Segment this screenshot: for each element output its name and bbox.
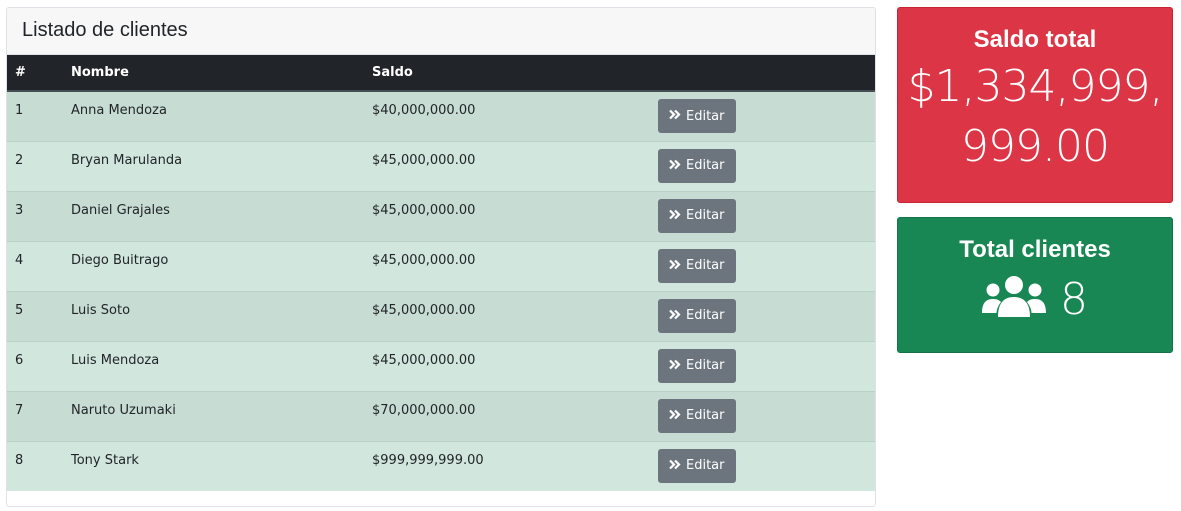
angle-double-right-icon	[669, 309, 681, 323]
row-actions: Editar	[650, 140, 875, 191]
row-saldo: $45,000,000.00	[364, 190, 650, 241]
edit-button-label: Editar	[686, 408, 725, 423]
row-actions: Editar	[650, 190, 875, 241]
angle-double-right-icon	[669, 459, 681, 473]
row-saldo: $45,000,000.00	[364, 290, 650, 341]
row-client-name: Bryan Marulanda	[63, 140, 364, 191]
row-client-name: Luis Mendoza	[63, 340, 364, 391]
angle-double-right-icon	[669, 259, 681, 273]
row-actions: Editar	[650, 290, 875, 341]
saldo-total-value-line1: $1,334,999,	[907, 61, 1164, 112]
edit-button-label: Editar	[686, 258, 725, 273]
clients-list-card: Listado de clientes # Nombre Saldo 1 Anna…	[6, 7, 876, 507]
row-client-name: Tony Stark	[63, 440, 364, 491]
edit-button[interactable]: Editar	[658, 99, 736, 133]
row-client-name: Naruto Uzumaki	[63, 390, 364, 441]
edit-button-label: Editar	[686, 108, 725, 124]
row-saldo: $40,000,000.00	[364, 90, 650, 141]
table-row: 3 Daniel Grajales $45,000,000.00 Editar	[7, 190, 875, 241]
edit-button[interactable]: Editar	[658, 398, 736, 433]
saldo-total-value: $1,334,999, 999.00	[898, 57, 1172, 177]
table-row: 8 Tony Stark $999,999,999.00 Editar	[7, 440, 875, 491]
row-client-name: Luis Soto	[63, 290, 364, 341]
row-actions: Editar	[650, 440, 875, 491]
row-saldo: $45,000,000.00	[364, 140, 650, 191]
column-header-nombre: Nombre	[63, 55, 364, 92]
edit-button[interactable]: Editar	[658, 248, 736, 283]
clients-list-title: Listado de clientes	[22, 19, 188, 41]
row-number: 3	[7, 190, 63, 241]
edit-button[interactable]: Editar	[658, 148, 736, 183]
column-header-number: #	[7, 55, 63, 92]
total-clientes-card: Total clientes 8	[897, 217, 1173, 353]
edit-button[interactable]: Editar	[658, 198, 736, 233]
edit-button-label: Editar	[686, 208, 725, 223]
edit-button-label: Editar	[686, 308, 725, 323]
row-client-name: Diego Buitrago	[63, 240, 364, 291]
edit-button[interactable]: Editar	[658, 348, 736, 383]
angle-double-right-icon	[669, 209, 681, 223]
row-saldo: $45,000,000.00	[364, 240, 650, 291]
row-actions: Editar	[650, 340, 875, 391]
row-number: 7	[7, 390, 63, 441]
row-actions: Editar	[650, 390, 875, 441]
row-number: 2	[7, 140, 63, 191]
total-clientes-title: Total clientes	[959, 236, 1111, 263]
clients-list-header: Listado de clientes	[7, 8, 875, 55]
table-row: 6 Luis Mendoza $45,000,000.00 Editar	[7, 340, 875, 391]
saldo-total-title: Saldo total	[973, 26, 1097, 53]
column-header-actions	[650, 55, 875, 92]
table-row: 5 Luis Soto $45,000,000.00 Editar	[7, 290, 875, 341]
table-row: 4 Diego Buitrago $45,000,000.00 Editar	[7, 240, 875, 291]
row-client-name: Anna Mendoza	[63, 90, 364, 141]
table-row: 2 Bryan Marulanda $45,000,000.00 Editar	[7, 140, 875, 191]
users-icon	[982, 275, 1046, 325]
row-saldo: $999,999,999.00	[364, 440, 650, 491]
column-header-saldo: Saldo	[364, 55, 650, 92]
angle-double-right-icon	[669, 159, 681, 173]
row-number: 5	[7, 290, 63, 341]
edit-button-label: Editar	[686, 158, 725, 173]
angle-double-right-icon	[669, 359, 681, 373]
row-client-name: Daniel Grajales	[63, 190, 364, 241]
total-clientes-count: 8	[1060, 274, 1088, 325]
row-number: 4	[7, 240, 63, 291]
table-row: 7 Naruto Uzumaki $70,000,000.00 Editar	[7, 390, 875, 441]
row-number: 6	[7, 340, 63, 391]
table-header-row: # Nombre Saldo	[7, 55, 875, 92]
row-saldo: $45,000,000.00	[364, 340, 650, 391]
row-actions: Editar	[650, 240, 875, 291]
edit-button[interactable]: Editar	[658, 298, 736, 333]
clients-table: # Nombre Saldo 1 Anna Mendoza $40,000,000.…	[7, 55, 875, 491]
edit-button-label: Editar	[686, 458, 725, 473]
saldo-total-card: Saldo total $1,334,999, 999.00	[897, 7, 1173, 203]
angle-double-right-icon	[669, 409, 681, 423]
edit-button[interactable]: Editar	[658, 448, 736, 483]
saldo-total-value-line2: 999.00	[961, 121, 1110, 172]
row-number: 1	[7, 90, 63, 141]
row-number: 8	[7, 440, 63, 491]
edit-button-label: Editar	[686, 358, 725, 373]
row-actions: Editar	[650, 90, 875, 141]
angle-double-right-icon	[669, 109, 681, 123]
row-saldo: $70,000,000.00	[364, 390, 650, 441]
table-row: 1 Anna Mendoza $40,000,000.00 Editar	[7, 90, 875, 141]
